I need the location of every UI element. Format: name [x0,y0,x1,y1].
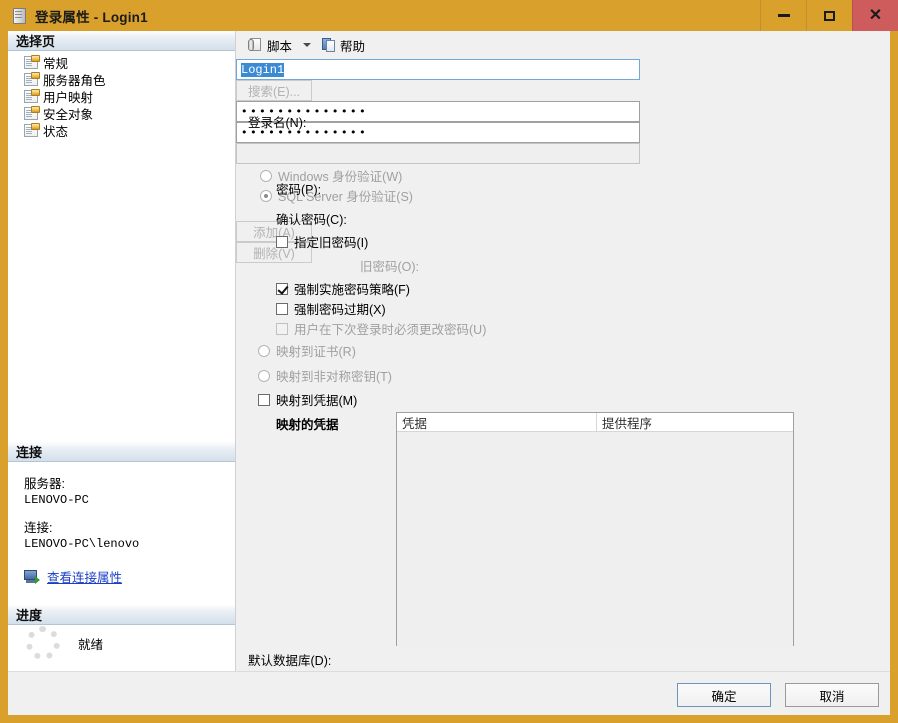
radio-circle-icon [260,189,272,202]
connection-properties-icon [24,569,40,584]
close-button[interactable]: ✕ [852,0,898,31]
checkbox-icon [276,235,288,248]
password-label: 密码(P): [276,183,322,197]
mapped-credentials-label-row: 映射的凭据 [276,414,339,433]
progress-status: 就绪 [78,637,104,652]
maximize-button[interactable] [806,0,852,31]
mapped-credentials-grid[interactable]: 凭据 提供程序 [396,412,794,647]
confirm-password-label-row: 确认密码(C): [276,209,347,228]
connection-label: 连接: [24,521,53,535]
window-title: 登录属性 - Login1 [35,9,148,25]
old-password-input[interactable] [236,143,640,164]
sidebar-item-general[interactable]: 常规 [8,54,235,71]
radio-circle-icon [260,169,272,182]
connection-info: 服务器: LENOVO-PC 连接: LENOVO-PC\lenovo 查看连接… [8,463,235,586]
sidebar-item-server-roles[interactable]: 服务器角色 [8,71,235,88]
minimize-icon [777,14,790,17]
dialog-footer: 确定 取消 [8,671,890,715]
page-icon [24,55,40,69]
server-label: 服务器: [24,477,65,491]
right-pane: 脚本 帮助 登录名(N): Login1 搜索(E)... Windows 身份… [236,31,890,715]
help-button-label: 帮助 [340,39,366,54]
progress-spinner-icon [26,626,60,660]
login-properties-window: 登录属性 - Login1 ✕ 选择页 常规 服务器角色 用户映射 安全对象 状… [0,0,898,723]
script-button[interactable]: 脚本 [244,34,296,56]
login-name-value: Login1 [241,62,285,77]
enforce-password-expiration-label: 强制密码过期(X) [294,303,386,317]
script-icon [248,38,263,52]
specify-old-password-label: 指定旧密码(I) [294,236,369,250]
checkbox-icon [258,393,270,406]
selection-page-list: 常规 服务器角色 用户映射 安全对象 状态 [8,51,235,139]
help-icon [322,38,336,52]
radio-circle-icon [258,369,270,382]
specify-old-password-checkbox[interactable]: 指定旧密码(I) [276,232,368,251]
confirm-password-label: 确认密码(C): [276,213,347,227]
help-button[interactable]: 帮助 [318,34,369,56]
column-header-provider[interactable]: 提供程序 [597,413,793,431]
minimize-button[interactable] [760,0,806,31]
script-button-label: 脚本 [267,39,293,54]
mapped-credentials-label: 映射的凭据 [276,418,339,432]
mapped-credentials-header-row: 凭据 提供程序 [397,413,793,432]
sidebar-item-securables[interactable]: 安全对象 [8,105,235,122]
progress-header: 进度 [8,605,235,625]
map-to-asymmetric-key-radio[interactable]: 映射到非对称密钥(T) [258,366,392,385]
toolbar: 脚本 帮助 [236,31,890,59]
login-name-label-row: 登录名(N): [248,112,306,131]
default-database-label-row: 默认数据库(D): [248,650,331,669]
checkbox-icon [276,302,288,315]
general-page-form: 登录名(N): Login1 搜索(E)... Windows 身份验证(W) … [236,59,890,715]
enforce-password-expiration-checkbox[interactable]: 强制密码过期(X) [276,299,386,318]
map-to-credential-checkbox[interactable]: 映射到凭据(M) [258,390,357,409]
enforce-password-policy-checkbox[interactable]: 强制实施密码策略(F) [276,279,410,298]
maximize-icon [824,10,835,21]
sidebar-item-status[interactable]: 状态 [8,122,235,139]
enforce-password-policy-label: 强制实施密码策略(F) [294,283,410,297]
search-button[interactable]: 搜索(E)... [236,80,312,101]
sidebar-item-label: 状态 [43,125,69,139]
sidebar-item-user-mapping[interactable]: 用户映射 [8,88,235,105]
view-connection-properties-row[interactable]: 查看连接属性 [24,567,235,586]
default-database-label: 默认数据库(D): [248,654,332,668]
selection-page-header: 选择页 [8,31,235,51]
page-icon [24,123,40,137]
title-bar: 登录属性 - Login1 ✕ [0,0,898,31]
page-icon [24,72,40,86]
ok-button[interactable]: 确定 [677,683,771,707]
connection-value: LENOVO-PC\lenovo [24,537,140,551]
checkbox-icon [276,322,288,335]
mapped-credentials-body [397,432,793,647]
progress-info: 就绪 [8,626,235,660]
must-change-password-label: 用户在下次登录时必须更改密码(U) [294,323,487,337]
document-icon [13,7,26,24]
checkbox-icon [276,282,288,295]
login-name-label: 登录名(N): [248,116,307,130]
column-header-credential[interactable]: 凭据 [397,413,597,431]
close-icon: ✕ [868,6,883,24]
must-change-password-checkbox[interactable]: 用户在下次登录时必须更改密码(U) [276,319,486,338]
chevron-down-icon[interactable] [303,43,312,47]
page-icon [24,106,40,120]
login-name-input[interactable]: Login1 [236,59,640,80]
radio-circle-icon [258,344,270,357]
old-password-label: 旧密码(O): [360,260,420,274]
map-to-asymmetric-key-label: 映射到非对称密钥(T) [276,370,392,384]
dialog-frame: 选择页 常规 服务器角色 用户映射 安全对象 状态 连接 服务器: LENOVO… [0,31,898,723]
password-label-row: 密码(P): [276,179,321,198]
map-to-certificate-radio[interactable]: 映射到证书(R) [258,341,356,360]
server-value: LENOVO-PC [24,493,89,507]
map-to-certificate-label: 映射到证书(R) [276,345,356,359]
view-connection-properties-link[interactable]: 查看连接属性 [47,567,122,586]
cancel-button[interactable]: 取消 [785,683,879,707]
old-password-label-row: 旧密码(O): [360,256,419,275]
page-icon [24,89,40,103]
left-pane: 选择页 常规 服务器角色 用户映射 安全对象 状态 连接 服务器: LENOVO… [8,31,236,715]
dialog-content: 选择页 常规 服务器角色 用户映射 安全对象 状态 连接 服务器: LENOVO… [8,31,890,715]
connection-header: 连接 [8,442,235,462]
map-to-credential-label: 映射到凭据(M) [276,394,358,408]
